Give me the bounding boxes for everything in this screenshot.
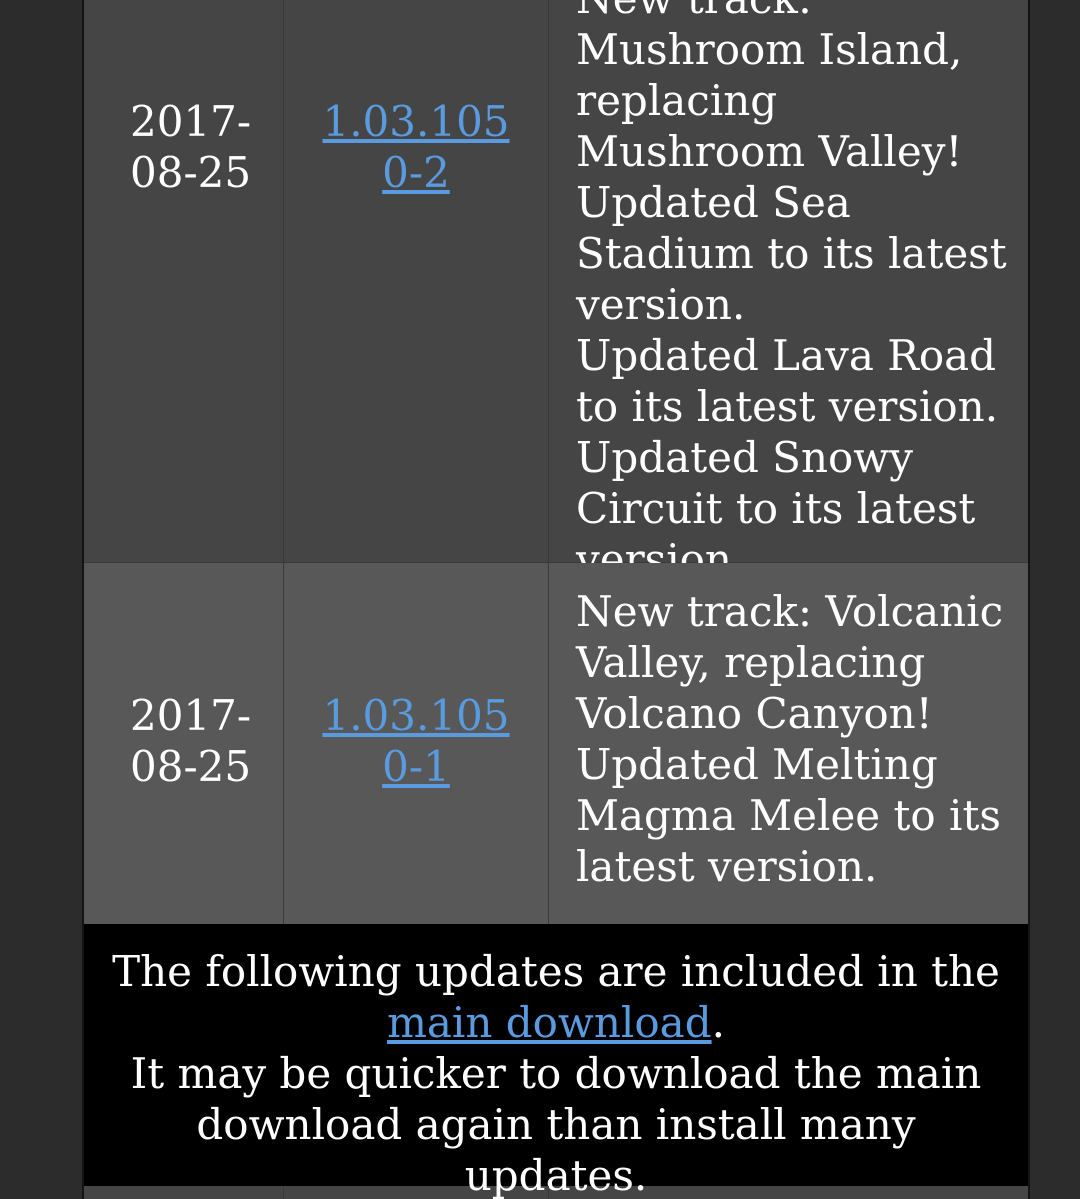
notice-line-2: It may be quicker to download the main d… [130,1049,982,1199]
note-line: New track: Mushroom Island, replacing Mu… [576,0,963,176]
updates-table: 2017-08-25 1.03.1050-2 New track: Mushro… [82,0,1030,1199]
notes-cell: New track: Mushroom Island, replacing Mu… [549,0,1028,584]
table-row: 2017-08-25 1.03.1050-2 New track: Mushro… [84,0,1028,584]
date-cell: 2017-08-25 [84,0,284,562]
version-cell [284,1186,549,1199]
date-cell: 2017-08-25 [84,563,284,924]
notice-prefix: The following updates are included in th… [112,947,1000,996]
included-updates-notice: The following updates are included in th… [84,924,1028,1199]
notice-line-1: The following updates are included in th… [84,946,1028,1048]
version-link[interactable]: 1.03.1050-2 [311,96,521,198]
page: 2017-08-25 1.03.1050-2 New track: Mushro… [0,0,1080,1199]
date-text: 2017-08-25 [130,691,252,791]
version-link[interactable]: 1.03.1050-1 [311,690,521,792]
note-line: Updated Lava Road to its latest version. [576,331,999,431]
date-cell [84,1186,284,1199]
version-cell: 1.03.1050-1 [284,563,549,924]
notice-suffix: . [711,998,725,1047]
date-text: 2017-08-25 [130,97,252,197]
note-line: Updated Sea Stadium to its latest versio… [576,178,1007,329]
table-row: 2017-08-25 1.03.1050-1 New track: Volcan… [84,563,1028,924]
version-cell: 1.03.1050-2 [284,0,549,562]
main-download-link[interactable]: main download [387,998,712,1047]
note-line: New track: Volcanic Valley, replacing Vo… [576,587,1004,738]
note-line: Updated Melting Magma Melee to its lates… [576,740,1001,891]
notes-cell: New track: Volcanic Valley, replacing Vo… [549,563,1028,924]
